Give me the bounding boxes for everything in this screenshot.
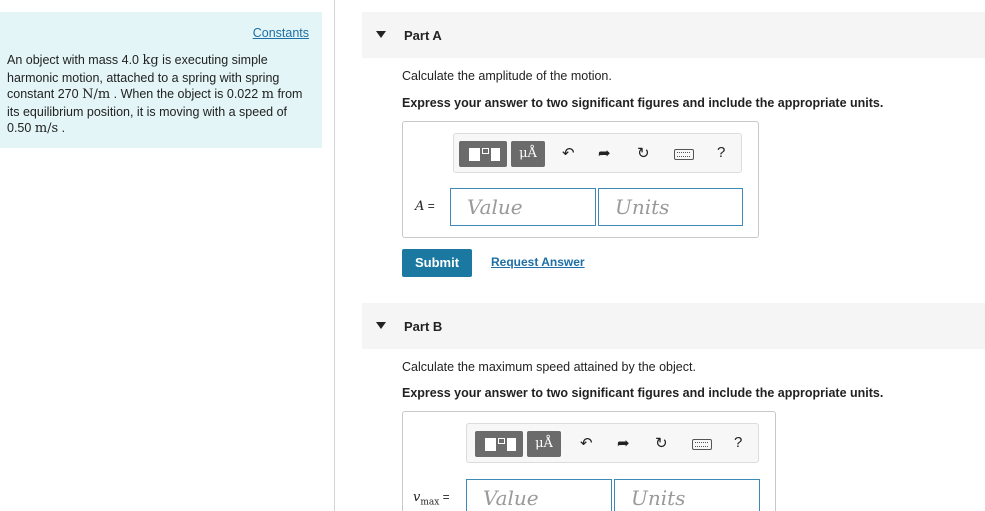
template-block-icon xyxy=(491,148,500,161)
answer-variable-label: vmax = xyxy=(413,490,450,508)
part-a-instruction: Express your answer to two significant f… xyxy=(402,96,884,110)
templates-button[interactable] xyxy=(475,431,523,457)
part-b-label: Part B xyxy=(404,319,443,334)
constants-panel: Constants An object with mass 4.0 kg is … xyxy=(0,12,322,148)
units-input[interactable]: Units xyxy=(598,188,743,226)
units-symbol-button[interactable]: μÅ xyxy=(527,431,561,457)
template-box-icon xyxy=(498,438,505,444)
collapse-caret-icon[interactable] xyxy=(376,322,386,329)
constants-link[interactable]: Constants xyxy=(253,26,309,40)
part-a-label: Part A xyxy=(404,28,442,43)
redo-arrow-icon[interactable]: ➦ xyxy=(617,435,630,453)
units-symbol-button[interactable]: μÅ xyxy=(511,141,545,167)
math-toolbar: μÅ ↶ ➦ ↻ ? xyxy=(466,423,759,463)
part-b-answer-box: μÅ ↶ ➦ ↻ ? vmax = Value Units xyxy=(402,411,776,511)
help-button[interactable]: ? xyxy=(717,144,725,161)
problem-statement: An object with mass 4.0 kg is executing … xyxy=(7,53,303,136)
undo-arrow-icon[interactable]: ↶ xyxy=(562,145,575,163)
reset-icon[interactable]: ↻ xyxy=(637,145,650,163)
units-placeholder: Units xyxy=(631,486,686,510)
template-block-icon xyxy=(469,148,480,161)
template-block-icon xyxy=(485,438,496,451)
request-answer-link[interactable]: Request Answer xyxy=(491,255,585,269)
value-input[interactable]: Value xyxy=(466,479,612,511)
collapse-caret-icon[interactable] xyxy=(376,31,386,38)
part-b-question: Calculate the maximum speed attained by … xyxy=(402,360,696,374)
units-input[interactable]: Units xyxy=(614,479,760,511)
part-a-answer-box: μÅ ↶ ➦ ↻ ? A = Value Units xyxy=(402,121,759,238)
part-a-header[interactable]: Part A xyxy=(362,12,985,58)
template-block-icon xyxy=(507,438,516,451)
part-b-instruction: Express your answer to two significant f… xyxy=(402,386,884,400)
template-box-icon xyxy=(482,148,489,154)
value-input[interactable]: Value xyxy=(450,188,596,226)
panel-divider xyxy=(334,0,335,511)
help-button[interactable]: ? xyxy=(734,434,742,451)
keyboard-icon[interactable] xyxy=(674,149,694,160)
part-b-header[interactable]: Part B xyxy=(362,303,985,349)
keyboard-icon[interactable] xyxy=(692,439,712,450)
part-a-question: Calculate the amplitude of the motion. xyxy=(402,69,612,83)
answer-variable-label: A = xyxy=(415,199,435,214)
redo-arrow-icon[interactable]: ➦ xyxy=(598,145,611,163)
templates-button[interactable] xyxy=(459,141,507,167)
value-placeholder: Value xyxy=(483,486,539,510)
reset-icon[interactable]: ↻ xyxy=(655,435,668,453)
value-placeholder: Value xyxy=(467,195,523,219)
math-toolbar: μÅ ↶ ➦ ↻ ? xyxy=(453,133,742,173)
submit-button[interactable]: Submit xyxy=(402,249,472,277)
undo-arrow-icon[interactable]: ↶ xyxy=(580,435,593,453)
units-placeholder: Units xyxy=(615,195,670,219)
